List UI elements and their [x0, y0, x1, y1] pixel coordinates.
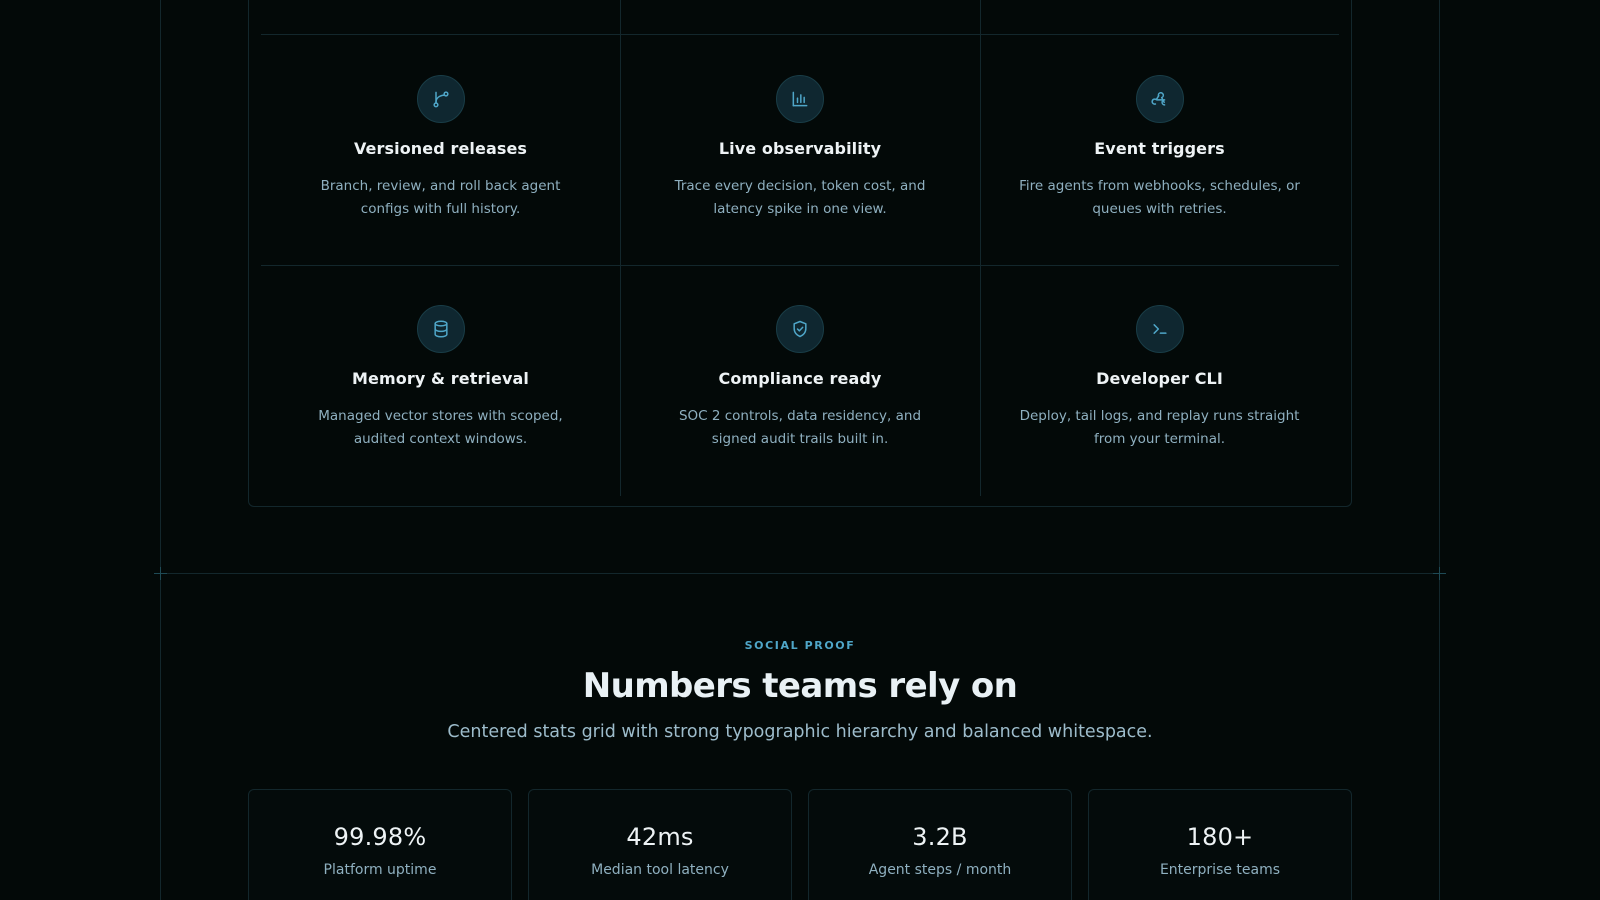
- stat-value: 99.98%: [333, 823, 427, 851]
- stat-card-latency: 42ms Median tool latency: [528, 789, 792, 900]
- stat-value: 180+: [1186, 823, 1254, 851]
- feature-versioned-releases: Versioned releases Branch, review, and r…: [261, 34, 620, 264]
- feature-memory-retrieval: Memory & retrieval Managed vector stores…: [261, 264, 620, 494]
- stat-card-agent-steps: 3.2B Agent steps / month: [808, 789, 1072, 900]
- section-divider: [154, 573, 1446, 574]
- feature-title: Event triggers: [1094, 139, 1225, 158]
- feature-title: Live observability: [718, 139, 882, 158]
- stat-label: Enterprise teams: [1159, 862, 1281, 878]
- git-branch-icon: [416, 75, 465, 123]
- feature-description: SOC 2 controls, data residency, and sign…: [678, 408, 922, 447]
- feature-title: Versioned releases: [353, 139, 528, 158]
- feature-event-triggers: Event triggers Fire agents from webhooks…: [980, 34, 1339, 264]
- feature-description: Fire agents from webhooks, schedules, or…: [1019, 178, 1300, 217]
- terminal-icon: [1135, 305, 1184, 353]
- feature-title: Compliance ready: [718, 369, 882, 388]
- stat-label: Median tool latency: [591, 862, 729, 878]
- database-icon: [416, 305, 465, 353]
- plus-marker-left: [154, 567, 167, 580]
- frame-right-line: [1439, 0, 1440, 900]
- stat-card-uptime: 99.98% Platform uptime: [248, 789, 512, 900]
- stats-grid: 99.98% Platform uptime 42ms Median tool …: [248, 789, 1352, 900]
- section-subtitle: Centered stats grid with strong typograp…: [447, 722, 1153, 742]
- stat-label: Platform uptime: [323, 862, 437, 878]
- section-title: Numbers teams rely on: [582, 666, 1018, 706]
- feature-live-observability: Live observability Trace every decision,…: [620, 34, 980, 264]
- stat-card-enterprise-teams: 180+ Enterprise teams: [1088, 789, 1352, 900]
- feature-title: Developer CLI: [1096, 369, 1223, 388]
- features-grid: Versioned releases Branch, review, and r…: [261, 34, 1339, 494]
- feature-compliance-ready: Compliance ready SOC 2 controls, data re…: [620, 264, 980, 494]
- feature-developer-cli: Developer CLI Deploy, tail logs, and rep…: [980, 264, 1339, 494]
- feature-description: Managed vector stores with scoped, audit…: [318, 408, 563, 447]
- bar-chart-icon: [776, 75, 824, 123]
- stat-value: 3.2B: [912, 823, 968, 851]
- page: Versioned releases Branch, review, and r…: [0, 0, 1600, 900]
- stat-label: Agent steps / month: [868, 862, 1012, 878]
- feature-description: Trace every decision, token cost, and la…: [674, 178, 926, 217]
- webhook-icon: [1135, 75, 1184, 123]
- plus-marker-right: [1433, 567, 1446, 580]
- feature-description: Deploy, tail logs, and replay runs strai…: [1019, 408, 1300, 447]
- feature-description: Branch, review, and roll back agent conf…: [320, 178, 561, 217]
- feature-title: Memory & retrieval: [352, 369, 529, 388]
- frame-left-line: [160, 0, 161, 900]
- stat-value: 42ms: [626, 823, 694, 851]
- section-eyebrow: SOCIAL PROOF: [744, 639, 856, 652]
- shield-check-icon: [776, 305, 824, 353]
